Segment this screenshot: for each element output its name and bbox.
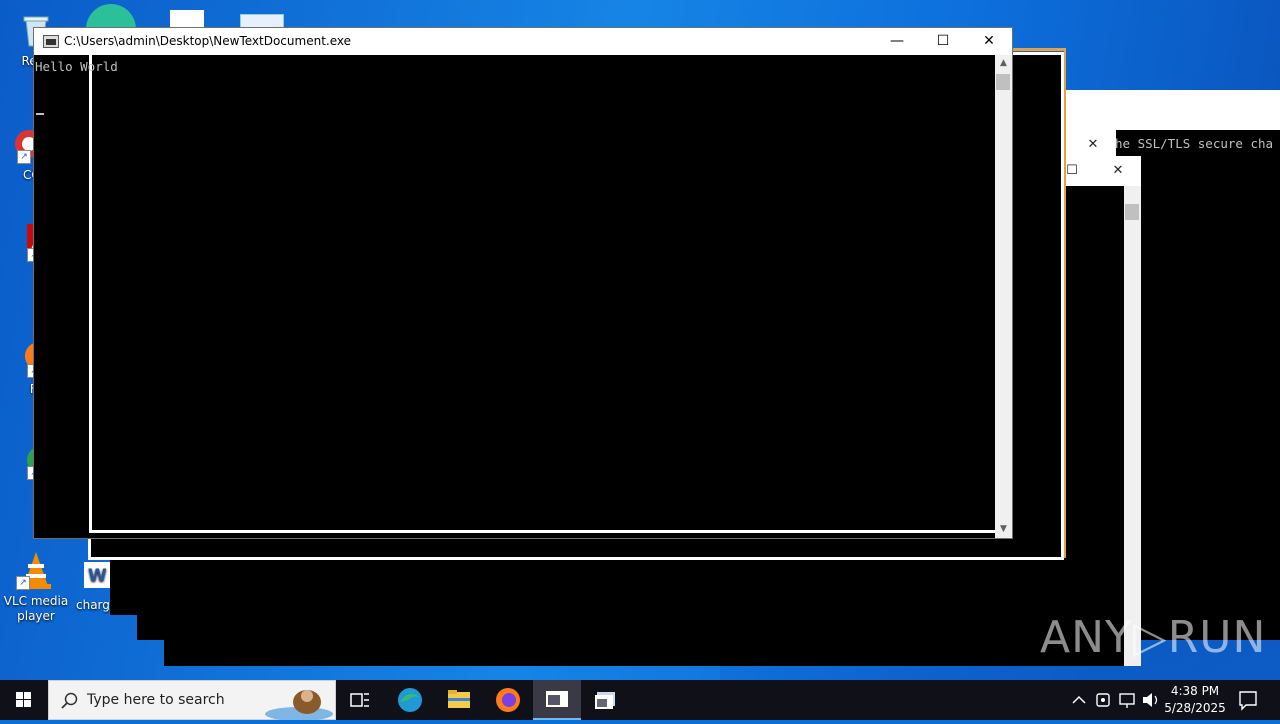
word-logo-icon: W: [84, 562, 110, 588]
taskbar-file-explorer[interactable]: [435, 680, 483, 720]
start-button[interactable]: [0, 680, 48, 720]
time: 4:38 PM: [1170, 684, 1220, 698]
edge-icon: [398, 688, 422, 712]
scroll-thumb[interactable]: [996, 74, 1010, 90]
close-button[interactable]: ✕: [966, 28, 1012, 55]
taskbar: Type here to search 4:38 PM 5/28/2025: [0, 680, 1280, 720]
clock[interactable]: 4:38 PM 5/28/2025: [1160, 683, 1230, 717]
minimize-button[interactable]: —: [874, 28, 920, 55]
search-box[interactable]: Type here to search: [48, 680, 336, 720]
scroll-up-icon[interactable]: ▲: [995, 55, 1012, 72]
task-view-icon: [350, 693, 369, 707]
scrollbar[interactable]: [1124, 186, 1141, 666]
titlebar: C:\Users\admin\Desktop\NewTextDocument.e…: [34, 28, 1012, 55]
window-title: C:\Users\admin\Desktop\NewTextDocument.e…: [64, 34, 351, 48]
action-center-button[interactable]: [1234, 680, 1262, 720]
desktop-icon-label: VLC media player: [3, 594, 69, 623]
console-text: Hello World: [35, 59, 118, 74]
console-output[interactable]: Hello World: [34, 53, 1007, 538]
console-text: he SSL/TLS secure cha: [1115, 136, 1274, 151]
vlc-cone-icon: ↗: [16, 550, 56, 590]
scroll-thumb[interactable]: [1125, 204, 1139, 220]
chevron-up-icon: [1072, 695, 1086, 704]
tray-network[interactable]: [1116, 680, 1138, 720]
taskbar-console-2[interactable]: [582, 680, 630, 720]
taskbar-edge[interactable]: [386, 680, 434, 720]
task-view-button[interactable]: [336, 680, 384, 720]
taskbar-console-active[interactable]: [533, 680, 581, 720]
show-hidden-icons-button[interactable]: [1068, 680, 1090, 720]
date: 5/28/2025: [1164, 701, 1226, 715]
network-icon: [1119, 693, 1135, 708]
vlc-icon[interactable]: ↗ VLC media player: [1, 550, 71, 624]
console-stack-icon: [595, 692, 615, 709]
watermark: ANY▷RUN: [1040, 612, 1267, 663]
notification-icon: [1239, 691, 1257, 711]
taskbar-firefox[interactable]: [484, 680, 532, 720]
close-icon[interactable]: ✕: [1095, 156, 1141, 186]
speaker-icon: [1143, 693, 1158, 707]
search-highlight-image: [265, 690, 333, 720]
console-window-icon: [546, 691, 568, 707]
shield-icon: [1096, 693, 1110, 707]
overlay-frame: [89, 53, 1007, 533]
search-placeholder: Type here to search: [87, 692, 225, 708]
tray-security[interactable]: [1093, 680, 1113, 720]
scroll-down-icon[interactable]: ▼: [995, 521, 1012, 538]
svg-text:W: W: [88, 566, 107, 586]
folder-icon: [448, 690, 470, 708]
text-cursor: [36, 113, 44, 115]
vertical-scrollbar[interactable]: ▲ ▼: [995, 55, 1012, 538]
firefox-icon: [496, 688, 520, 712]
windows-logo-icon: [16, 692, 31, 707]
console-window[interactable]: C:\Users\admin\Desktop\NewTextDocument.e…: [33, 27, 1013, 539]
maximize-button[interactable]: ☐: [920, 28, 966, 55]
search-icon: [61, 692, 78, 709]
tray-volume[interactable]: [1140, 680, 1162, 720]
console-app-icon: [43, 35, 59, 48]
